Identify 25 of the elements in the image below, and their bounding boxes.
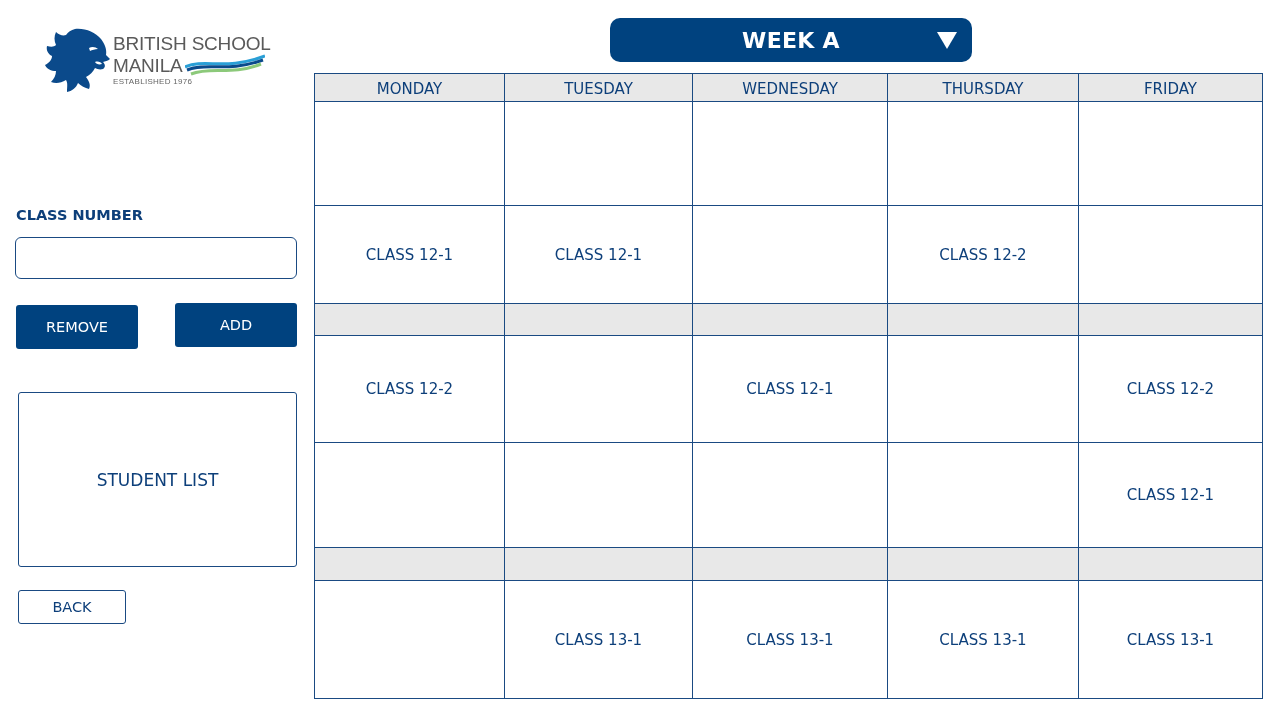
class-number-field[interactable] — [15, 237, 297, 279]
day-header: MONDAY — [315, 74, 505, 102]
wave-icon — [184, 53, 265, 76]
panel-title: STUDENT LIST — [96, 469, 219, 490]
day-header: TUESDAY — [505, 74, 693, 102]
day-header: FRIDAY — [1079, 74, 1263, 102]
timetable-cell: CLASS 13-1 — [888, 581, 1079, 699]
week-dropdown[interactable]: WEEK A — [610, 18, 972, 62]
timetable-cell: CLASS 12-1 — [693, 336, 888, 443]
timetable-cell: CLASS 12-2 — [1079, 336, 1263, 443]
day-header: WEDNESDAY — [693, 74, 888, 102]
school-name: BRITISH SCHOOL — [113, 33, 271, 54]
day-header: THURSDAY — [888, 74, 1079, 102]
remove-button[interactable]: REMOVE — [16, 305, 138, 349]
logo-tagline: ESTABLISHED 1976 — [113, 76, 193, 87]
add-button[interactable]: ADD — [175, 303, 297, 347]
timetable-cell: CLASS 13-1 — [505, 581, 693, 699]
lion-head-icon — [45, 28, 111, 92]
field-label: CLASS NUMBER — [16, 206, 143, 224]
back-button[interactable]: BACK — [18, 590, 126, 624]
school-name: MANILA — [113, 55, 183, 76]
caret-down-icon — [937, 31, 957, 49]
timetable-cell: CLASS 13-1 — [1079, 581, 1263, 699]
timetable-cell: CLASS 12-2 — [315, 336, 505, 443]
timetable-cell: CLASS 13-1 — [693, 581, 888, 699]
